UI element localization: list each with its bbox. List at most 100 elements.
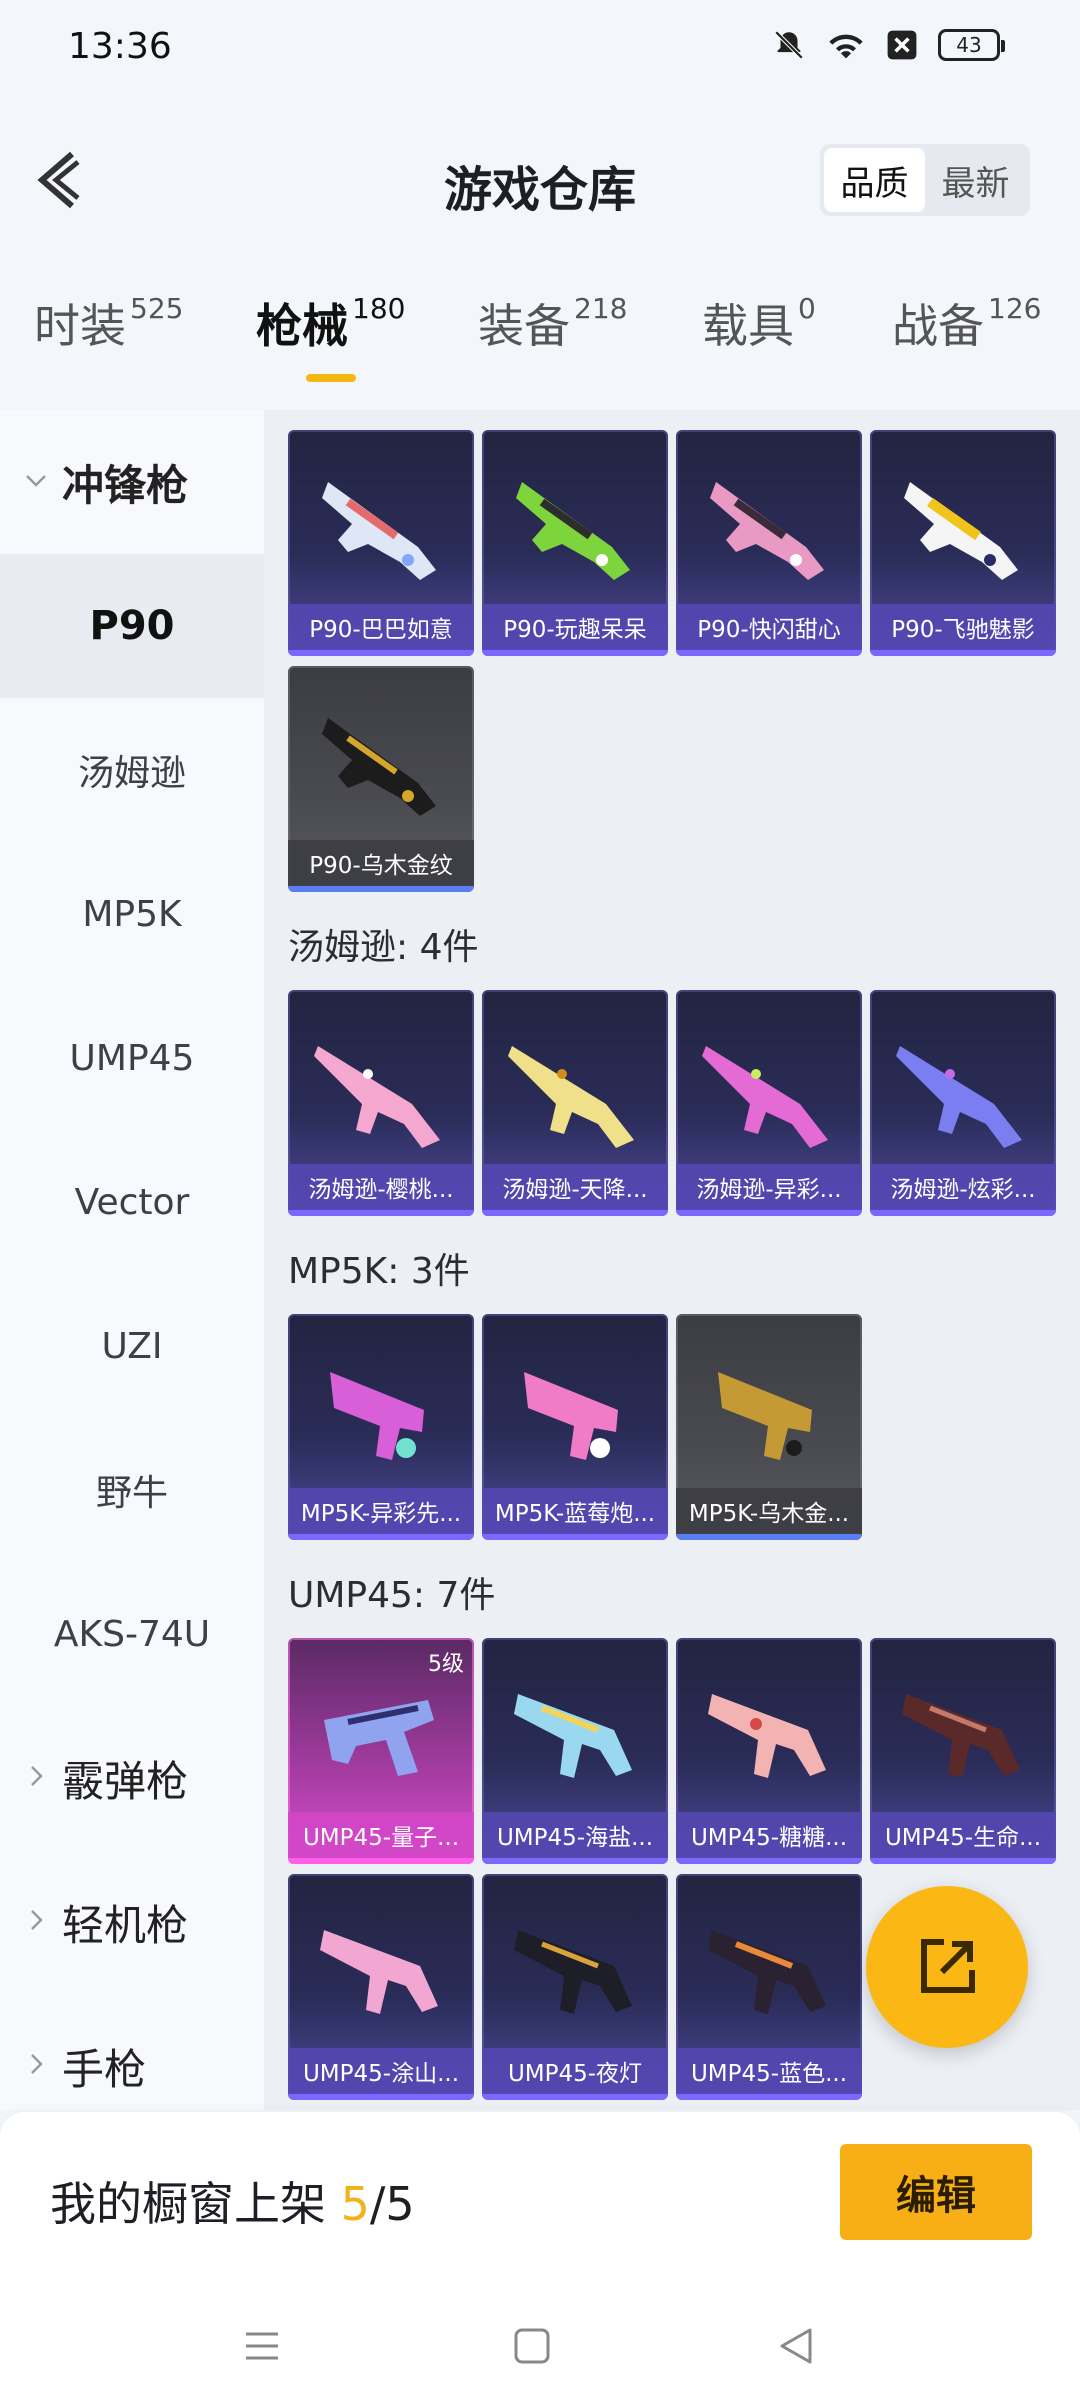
item-card[interactable]: UMP45-糖糖... [676,1638,862,1864]
section-title-thompson: 汤姆逊: 4件 [288,927,479,968]
item-card[interactable]: P90-巴巴如意 [288,430,474,656]
gun-skin-icon [904,482,1018,580]
item-card[interactable]: 5级 UMP45-量子... [288,1638,474,1864]
gun-skin-icon [708,1694,826,1778]
item-card[interactable]: MP5K-异彩先... [288,1314,474,1540]
sidebar-group-label: 霰弹枪 [62,1756,189,1806]
item-card[interactable]: UMP45-蓝色... [676,1874,862,2100]
item-name: UMP45-夜灯 [482,2048,668,2094]
gun-skin-icon [514,1930,632,2014]
item-card[interactable]: P90-飞驰魅影 [870,430,1056,656]
gun-skin-icon [514,1694,632,1778]
menu-nav-icon[interactable] [238,2322,286,2370]
item-name: 汤姆逊-炫彩... [870,1164,1056,1210]
item-name: UMP45-蓝色... [676,2048,862,2094]
showcase-label: 我的橱窗上架 [50,2177,341,2231]
sidebar-item-p90[interactable]: P90 [0,554,264,698]
back-nav-icon[interactable] [772,2322,820,2370]
quality-bar [482,650,668,656]
sidebar-group-smg[interactable]: 冲锋枪 [0,410,264,554]
sidebar-group-label: 手枪 [62,2044,147,2094]
chevron-right-icon [31,1766,43,1786]
chevron-down-icon [26,475,46,487]
system-nav-bar [0,2282,1080,2408]
item-card[interactable]: MP5K-乌木金... [676,1314,862,1540]
showcase-status: 我的橱窗上架 5/5 [50,2168,415,2234]
tab-count: 180 [352,292,406,325]
item-name: UMP45-量子... [288,1812,474,1858]
tab-guns[interactable]: 枪械 180 [256,290,405,356]
item-name: P90-快闪甜心 [676,604,862,650]
tab-supplies[interactable]: 战备 126 [892,290,1041,356]
wifi-icon [829,34,863,59]
item-card[interactable]: P90-玩趣呆呆 [482,430,668,656]
quality-bar [870,650,1056,656]
quality-bar [482,1534,668,1540]
sidebar-item-thompson[interactable]: 汤姆逊 [0,698,264,842]
item-name: P90-飞驰魅影 [870,604,1056,650]
item-card[interactable]: 汤姆逊-异彩... [676,990,862,1216]
gun-skin-icon [322,482,436,580]
tab-equipment[interactable]: 装备 218 [478,290,627,356]
sidebar-group-label: 冲锋枪 [62,460,189,510]
sidebar-group-shotgun[interactable]: 霰弹枪 [0,1706,264,1850]
gun-skin-icon [896,1046,1022,1148]
gun-skin-icon [524,1372,618,1460]
quality-bar [482,1858,668,1864]
quality-bar [288,2094,474,2100]
tab-count: 218 [574,292,628,325]
item-card[interactable]: MP5K-蓝莓炮... [482,1314,668,1540]
battery-icon: 43 [938,29,1005,61]
sort-quality-button[interactable]: 品质 [824,148,925,212]
tab-count: 0 [798,292,816,325]
status-time: 13:36 [68,26,172,67]
chevron-right-icon [31,1910,43,1930]
quality-bar [288,1534,474,1540]
item-card[interactable]: UMP45-涂山... [288,1874,474,2100]
item-card[interactable]: 汤姆逊-樱桃... [288,990,474,1216]
category-tabs: 时装 525 枪械 180 装备 218 载具 0 战备 126 [0,290,1080,400]
sidebar-item-vector[interactable]: Vector [0,1130,264,1274]
item-grid: P90-巴巴如意 P90-玩趣呆呆 P90-快闪甜心 P90-飞驰魅影 P90-… [264,410,1080,2110]
item-name: UMP45-涂山... [288,2048,474,2094]
sidebar-group-lmg[interactable]: 轻机枪 [0,1850,264,1994]
sidebar-item-uzi[interactable]: UZI [0,1274,264,1418]
item-card[interactable]: 汤姆逊-天降... [482,990,668,1216]
item-card[interactable]: UMP45-生命... [870,1638,1056,1864]
item-name: 汤姆逊-樱桃... [288,1164,474,1210]
tab-label: 装备 [478,299,570,353]
sidebar-group-label: 轻机枪 [62,1900,189,1950]
sidebar-item-bizon[interactable]: 野牛 [0,1418,264,1562]
section-title-mp5k: MP5K: 3件 [288,1251,470,1292]
item-card[interactable]: UMP45-海盐... [482,1638,668,1864]
header: 游戏仓库 品质 最新 [0,120,1080,240]
tab-underline [306,374,356,382]
tab-vehicles[interactable]: 载具 0 [702,290,816,356]
item-card[interactable]: UMP45-夜灯 [482,1874,668,2100]
share-button[interactable] [866,1886,1028,2048]
item-card[interactable]: P90-快闪甜心 [676,430,862,656]
item-card[interactable]: 汤姆逊-炫彩... [870,990,1056,1216]
edit-button[interactable]: 编辑 [840,2144,1032,2240]
sort-newest-button[interactable]: 最新 [925,148,1026,212]
section-title-ump45: UMP45: 7件 [288,1575,496,1616]
home-nav-icon[interactable] [508,2322,556,2370]
item-card[interactable]: P90-乌木金纹 [288,666,474,892]
item-name: MP5K-乌木金... [676,1488,862,1534]
tab-label: 枪械 [256,299,348,353]
gun-skin-icon [708,1930,826,2014]
sidebar-item-ump45[interactable]: UMP45 [0,986,264,1130]
item-name: P90-玩趣呆呆 [482,604,668,650]
share-out-icon [921,1939,975,1993]
gun-skin-icon [516,482,630,580]
gun-skin-icon [508,1046,634,1148]
showcase-total: /5 [369,2177,415,2231]
tab-fashion[interactable]: 时装 525 [34,290,183,356]
gun-skin-icon [322,718,436,816]
sidebar-item-aks74u[interactable]: AKS-74U [0,1562,264,1706]
quality-bar [288,1858,474,1864]
sidebar-item-mp5k[interactable]: MP5K [0,842,264,986]
showcase-count: 5 [340,2177,370,2231]
item-name: MP5K-蓝莓炮... [482,1488,668,1534]
item-name: 汤姆逊-异彩... [676,1164,862,1210]
